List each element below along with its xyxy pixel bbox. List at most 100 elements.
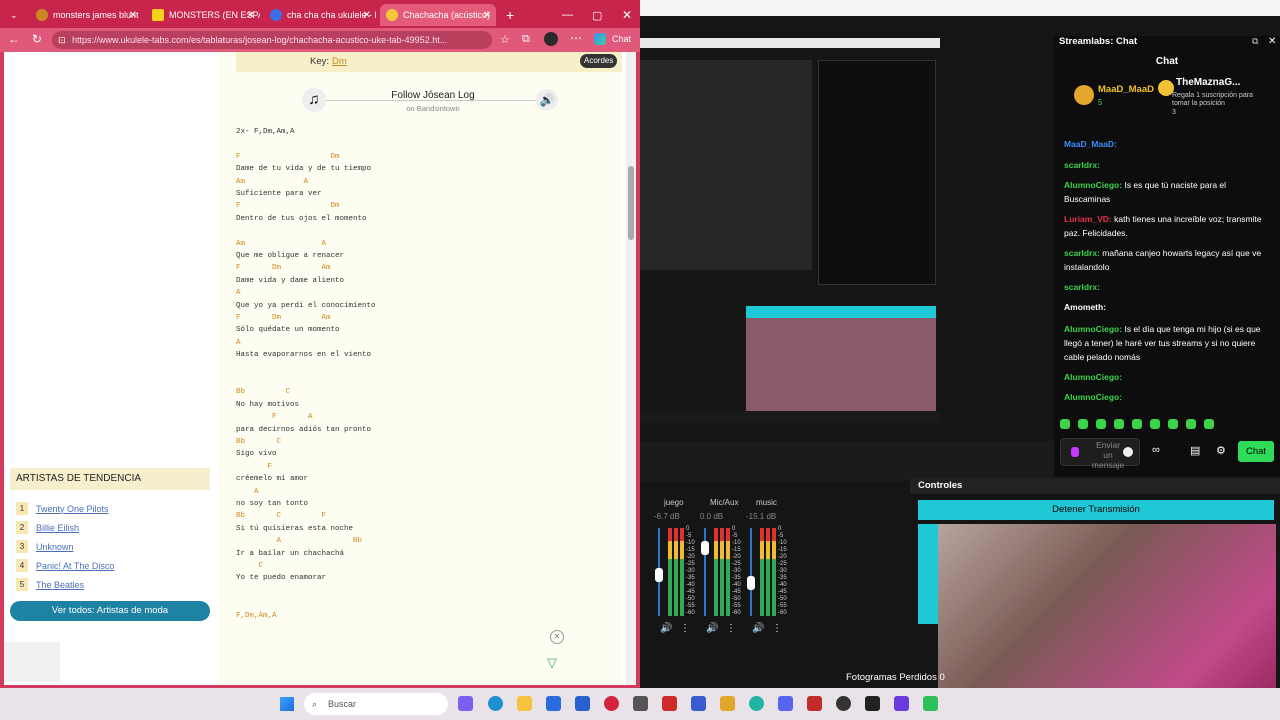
chord-line[interactable]: Bb C <box>236 388 290 396</box>
tab-chachacha-search[interactable]: cha cha cha ukulele - Bús✕ <box>264 4 376 26</box>
app-icon[interactable] <box>836 696 851 711</box>
chord-line[interactable]: A <box>236 289 241 297</box>
mic-icon[interactable] <box>1071 447 1079 457</box>
close-icon[interactable]: ✕ <box>363 10 371 21</box>
chat-username[interactable]: AlumnoCiego: <box>1064 180 1122 190</box>
new-tab-button[interactable]: + <box>500 4 520 26</box>
chord-line[interactable]: Am A <box>236 178 308 186</box>
fader-knob[interactable] <box>655 567 663 582</box>
close-icon[interactable]: ✕ <box>483 10 491 21</box>
more-icon[interactable]: ⋮ <box>726 623 736 634</box>
chord-line[interactable]: F Dm <box>236 153 340 161</box>
more-icon[interactable]: ⋯ <box>570 31 582 45</box>
view-all-trending-button[interactable]: Ver todos: Artistas de moda <box>10 601 210 621</box>
chord-line[interactable]: A <box>236 339 241 347</box>
chat-username[interactable]: AlumnoCiego: <box>1064 392 1122 402</box>
key-link[interactable]: Dm <box>332 56 347 67</box>
chat-button[interactable]: Chat <box>612 34 631 44</box>
chord-line[interactable]: Bb C <box>236 438 281 446</box>
app-icon[interactable] <box>720 696 735 711</box>
url-input[interactable]: ⊡ https://www.ukulele-tabs.com/es/tablatu… <box>52 31 492 49</box>
scrollbar[interactable] <box>626 52 636 685</box>
profile-avatar[interactable] <box>544 32 558 46</box>
chat-username[interactable]: AlumnoCiego: <box>1064 324 1122 334</box>
chord-line[interactable]: A Bb <box>236 537 363 545</box>
edge-icon[interactable] <box>488 696 503 711</box>
app-icon[interactable] <box>749 696 764 711</box>
tab-actions-button[interactable]: ⌄ <box>4 4 26 26</box>
app-icon[interactable] <box>662 696 677 711</box>
trending-item[interactable]: 2 Billie Eilish <box>16 519 79 536</box>
trending-item[interactable]: 4 Panic! At The Disco <box>16 557 114 574</box>
volume-fader[interactable] <box>750 528 752 616</box>
fader-knob[interactable] <box>701 541 709 556</box>
close-icon[interactable]: ✕ <box>247 10 255 21</box>
chord-line[interactable]: A <box>236 488 259 496</box>
acordes-button[interactable]: Acordes <box>580 54 618 68</box>
gift-box-icon[interactable]: ▤ <box>1190 444 1200 457</box>
popout-icon[interactable]: ⧉ <box>1252 36 1258 47</box>
more-icon[interactable]: ⋮ <box>772 623 782 634</box>
chord-line[interactable]: F A <box>236 413 313 421</box>
start-button[interactable] <box>280 697 294 711</box>
maximize-button[interactable]: ▢ <box>586 4 608 26</box>
chord-line[interactable]: F Dm <box>236 202 340 210</box>
chat-username[interactable]: scarldrx: <box>1064 282 1100 292</box>
chat-username[interactable]: scarldrx: <box>1064 160 1100 170</box>
widgets-icon[interactable] <box>458 696 473 711</box>
chord-line[interactable]: Am A <box>236 240 326 248</box>
trending-item[interactable]: 1 Twenty One Pilots <box>16 500 109 517</box>
tab-monsters-es[interactable]: MONSTERS (EN ESPAÑOL)✕ <box>146 4 260 26</box>
bits-icon[interactable]: ∞ <box>1152 444 1160 456</box>
speaker-icon[interactable]: 🔊 <box>536 89 558 111</box>
stop-stream-button[interactable]: Detener Transmisión <box>918 500 1274 520</box>
trending-item[interactable]: 5 The Beatles <box>16 576 84 593</box>
taskbar-search[interactable]: ⌕ Buscar <box>304 693 448 715</box>
chord-line[interactable]: F Dm Am <box>236 314 331 322</box>
more-icon[interactable]: ⋮ <box>680 623 690 634</box>
collections-icon[interactable]: ⧉ <box>522 33 530 46</box>
close-icon[interactable]: ✕ <box>1268 36 1276 47</box>
store-icon[interactable] <box>546 696 561 711</box>
twitch-icon[interactable] <box>894 696 909 711</box>
chord-line[interactable]: C <box>236 562 264 570</box>
chat-username[interactable]: MaaD_MaaD: <box>1064 139 1117 149</box>
tab-monsters[interactable]: monsters james blunt ✕ <box>30 4 142 26</box>
close-window-button[interactable]: ✕ <box>616 4 638 26</box>
chord-line[interactable]: Bb C F <box>236 512 326 520</box>
minimize-button[interactable]: — <box>556 4 579 26</box>
chord-line[interactable]: F,Dm,Am,A <box>236 612 277 620</box>
gear-icon[interactable]: ⚙ <box>1216 444 1226 457</box>
emote-row[interactable] <box>1060 416 1260 430</box>
chat-username[interactable]: Luriam_VD: <box>1064 214 1112 224</box>
back-icon[interactable]: ← <box>8 32 20 46</box>
file-explorer-icon[interactable] <box>517 696 532 711</box>
chat-send-button[interactable]: Chat <box>1238 441 1274 462</box>
mute-icon[interactable]: 🔊 <box>752 623 764 634</box>
fader-knob[interactable] <box>747 576 755 591</box>
trending-item[interactable]: 3 Unknown <box>16 538 74 555</box>
opera-icon[interactable] <box>604 696 619 711</box>
chord-line[interactable]: F Dm Am <box>236 264 331 272</box>
chat-username[interactable]: AlumnoCiego: <box>1064 372 1122 382</box>
close-ad-icon[interactable]: ✕ <box>550 630 564 644</box>
app-icon[interactable] <box>807 696 822 711</box>
app-icon[interactable] <box>691 696 706 711</box>
obs-icon[interactable] <box>865 696 880 711</box>
outlook-icon[interactable] <box>575 696 590 711</box>
follow-artist-link[interactable]: Follow Jósean Log <box>368 90 498 101</box>
tab-chachacha[interactable]: Chachacha (acústico) ✕ <box>380 4 496 26</box>
scroll-thumb[interactable] <box>628 166 634 240</box>
close-icon[interactable]: ✕ <box>129 10 137 21</box>
favorites-icon[interactable]: ☆ <box>500 33 510 46</box>
app-icon[interactable] <box>633 696 648 711</box>
chat-username[interactable]: scarldrx: <box>1064 248 1100 258</box>
streamlabs-icon[interactable] <box>923 696 938 711</box>
mute-icon[interactable]: 🔊 <box>660 623 672 634</box>
send-message-input[interactable]: Enviar un mensaje <box>1060 438 1140 470</box>
emoji-icon[interactable] <box>1123 447 1133 457</box>
refresh-icon[interactable]: ↻ <box>32 32 42 46</box>
chord-line[interactable]: F <box>236 463 273 471</box>
mute-icon[interactable]: 🔊 <box>706 623 718 634</box>
discord-icon[interactable] <box>778 696 793 711</box>
